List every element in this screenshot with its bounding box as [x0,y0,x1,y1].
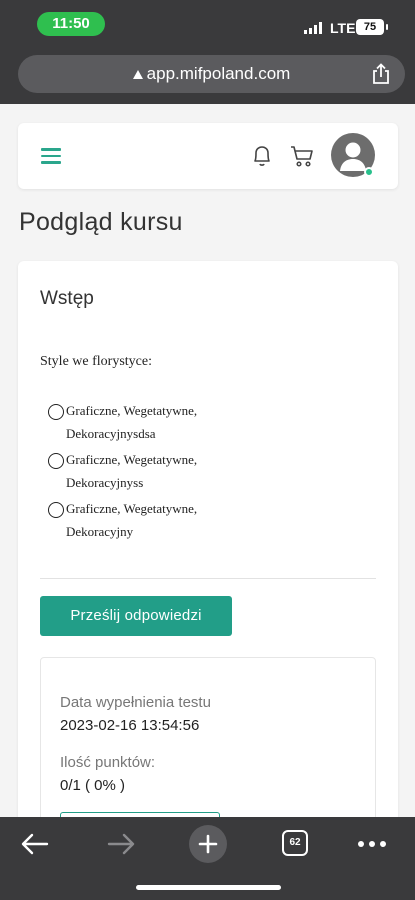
browser-address-area: app.mifpoland.com [0,52,415,104]
points-label: Ilość punktów: [60,754,156,771]
plus-icon [198,834,218,854]
menu-icon[interactable] [41,148,61,164]
network-type: LTE [330,20,356,36]
answer-option[interactable]: Graficzne, Wegetatywne, Dekoracyjny [48,497,378,546]
answer-option-label: Graficzne, Wegetatywne, Dekoracyjny [66,497,366,543]
radio-button[interactable] [48,404,64,420]
answer-option-label: Graficzne, Wegetatywne, Dekoracyjnysdsa [66,399,366,445]
answer-option-label: Graficzne, Wegetatywne, Dekoracyjnyss [66,448,366,494]
new-tab-button[interactable] [189,825,227,863]
top-navbar [18,123,398,189]
answer-option[interactable]: Graficzne, Wegetatywne, Dekoracyjnyss [48,448,378,497]
points-value: 0/1 ( 0% ) [60,777,126,794]
status-time: 11:50 [37,12,105,36]
cart-icon[interactable] [289,144,315,168]
section-title: Wstęp [40,288,94,309]
web-content: Podgląd kursu Wstęp Style we florystyce:… [0,104,415,817]
online-status-dot [364,167,374,177]
completion-date-label: Data wypełnienia testu [60,694,211,711]
url-field[interactable]: app.mifpoland.com [18,55,365,93]
lock-icon [132,70,143,79]
submit-answers-button[interactable]: Prześlij odpowiedzi [40,596,232,636]
answer-option-line: Dekoracyjnyss [66,475,144,490]
answer-option-line: Graficzne, Wegetatywne, [66,501,198,516]
answer-option-line: Graficzne, Wegetatywne, [66,452,198,467]
home-indicator [136,885,281,890]
answer-option[interactable]: Graficzne, Wegetatywne, Dekoracyjnysdsa [48,399,378,448]
test-result-box: Data wypełnienia testu 2023-02-16 13:54:… [40,657,376,817]
address-bar[interactable]: app.mifpoland.com [18,55,405,93]
course-preview-card: Wstęp Style we florystyce: Graficzne, We… [18,261,398,817]
divider [40,578,376,579]
battery-icon: 75 [356,19,388,35]
more-icon[interactable] [358,841,388,847]
back-icon[interactable] [21,833,49,855]
answer-option-line: Dekoracyjnysdsa [66,426,156,441]
signal-icon [304,22,324,34]
share-icon[interactable] [371,63,391,85]
radio-button[interactable] [48,502,64,518]
question-text: Style we florystyce: [40,354,152,369]
browser-toolbar: 62 [0,817,415,900]
answer-option-line: Graficzne, Wegetatywne, [66,403,198,418]
radio-button[interactable] [48,453,64,469]
completion-date-value: 2023-02-16 13:54:56 [60,717,200,734]
page-title: Podgląd kursu [19,208,183,236]
status-bar: 11:50 LTE 75 [0,0,415,52]
tabs-button[interactable]: 62 [282,830,308,856]
url-text: app.mifpoland.com [146,64,291,83]
answer-option-line: Dekoracyjny [66,524,134,539]
answer-options: Graficzne, Wegetatywne, Dekoracyjnysdsa … [48,399,378,546]
forward-icon[interactable] [107,833,135,855]
bell-icon[interactable] [251,143,273,169]
